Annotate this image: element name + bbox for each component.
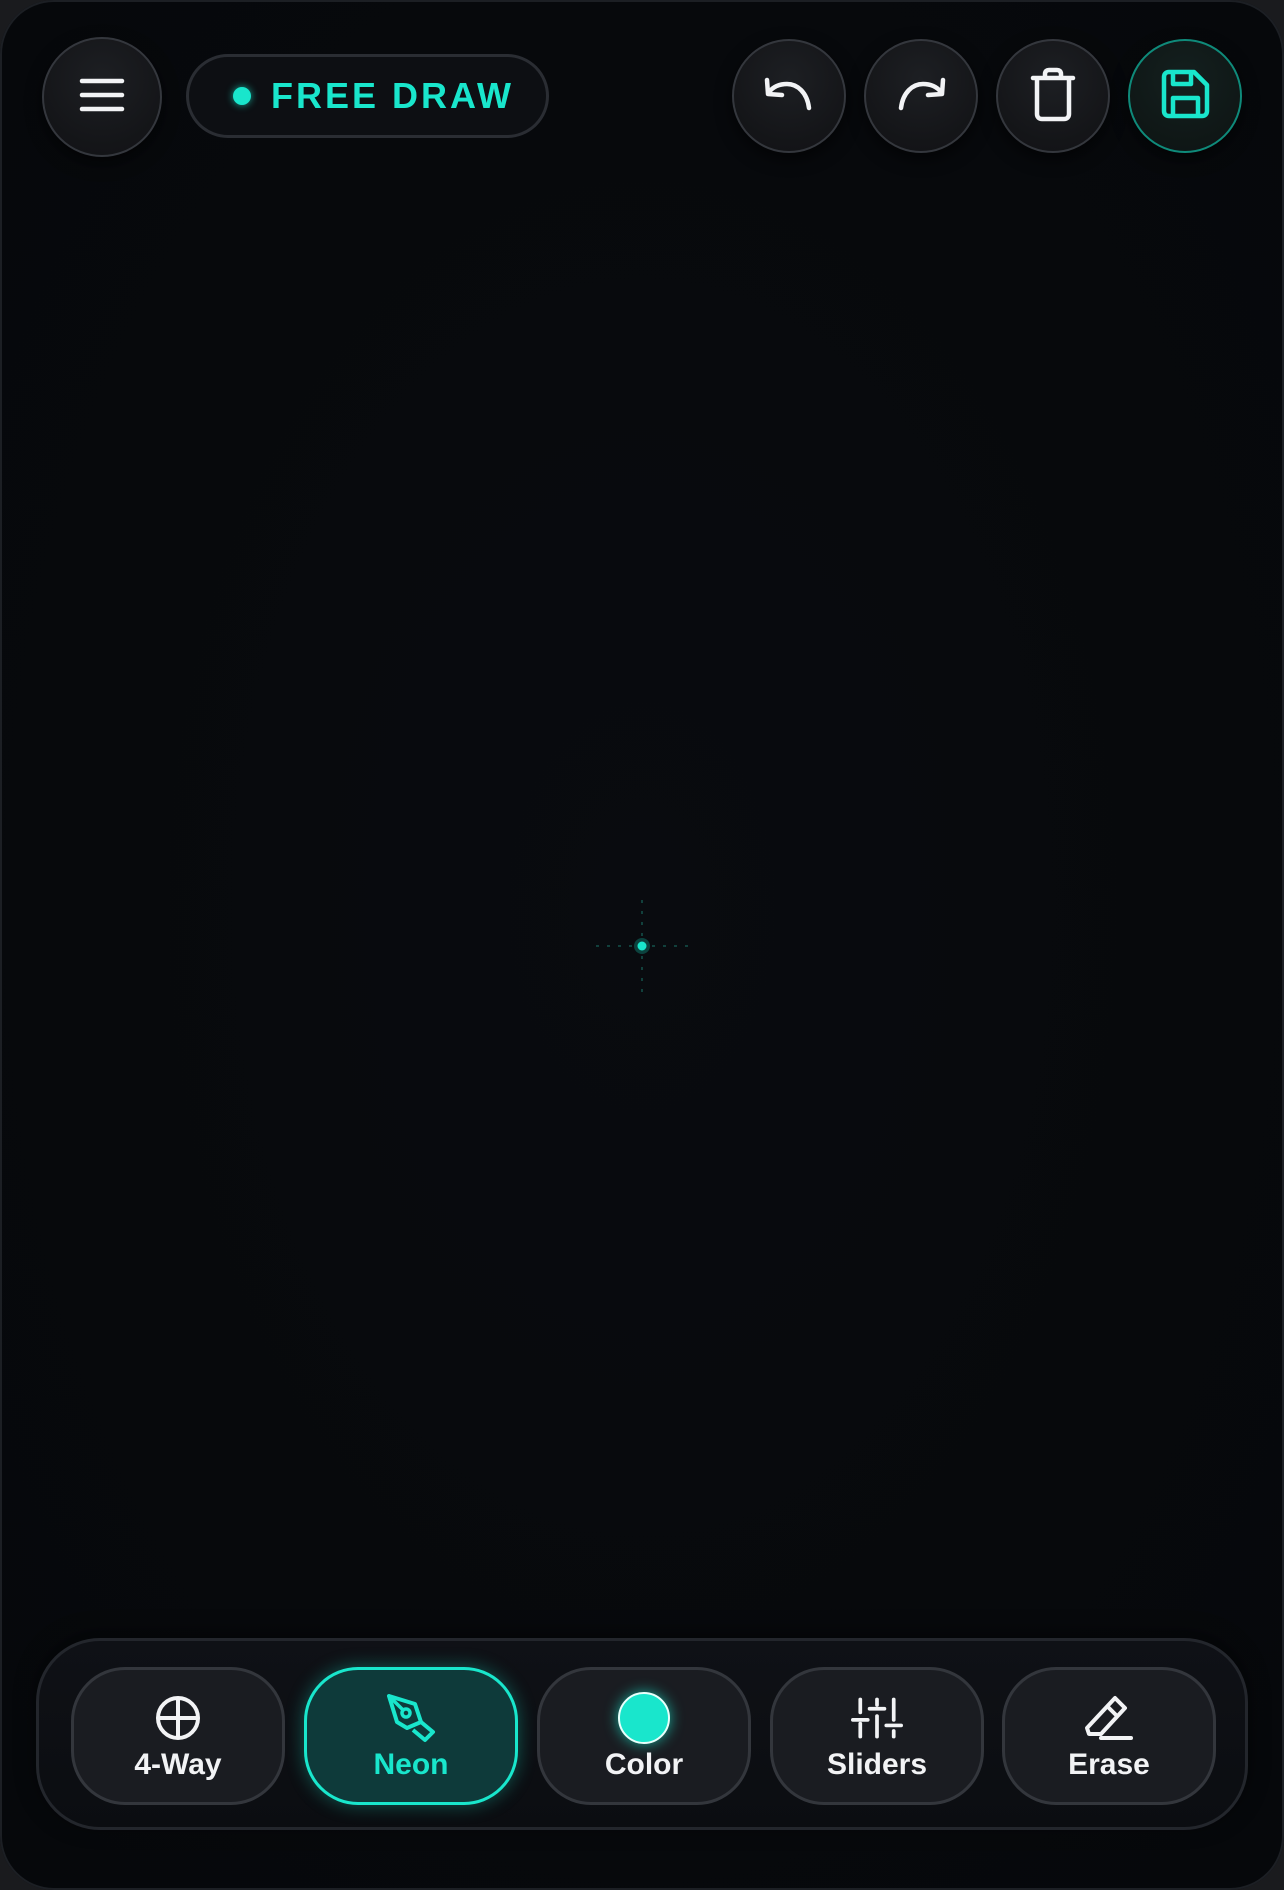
delete-button[interactable] [996, 39, 1110, 153]
tool-label: Color [604, 1748, 684, 1781]
tool-4-way[interactable]: 4-Way [71, 1667, 285, 1805]
tool-erase[interactable]: Erase [1002, 1667, 1216, 1805]
tool-label: Erase [1068, 1748, 1150, 1781]
mode-status-dot [233, 87, 251, 105]
sliders-icon [851, 1692, 903, 1744]
save-button[interactable] [1128, 39, 1242, 153]
tool-label: Neon [373, 1748, 449, 1781]
tool-label: 4-Way [134, 1748, 222, 1781]
hamburger-icon [78, 75, 126, 120]
pen-icon [385, 1692, 437, 1744]
undo-button[interactable] [732, 39, 846, 153]
mode-label: FREE DRAW [271, 75, 514, 116]
crosshair-icon [596, 900, 688, 992]
redo-icon [893, 74, 949, 119]
mode-indicator: FREE DRAW [186, 54, 549, 138]
eraser-icon [1083, 1692, 1135, 1744]
app-screen: FREE DRAW 4-Way Neon Color Sliders Erase [0, 0, 1284, 1890]
save-icon [1158, 67, 1212, 126]
color-swatch [618, 1692, 670, 1744]
bottom-toolbar: 4-Way Neon Color Sliders Erase [36, 1638, 1248, 1830]
tool-sliders[interactable]: Sliders [770, 1667, 984, 1805]
redo-button[interactable] [864, 39, 978, 153]
tool-label: Sliders [826, 1748, 928, 1781]
tool-color[interactable]: Color [537, 1667, 751, 1805]
undo-icon [761, 74, 817, 119]
tool-neon[interactable]: Neon [304, 1667, 518, 1805]
trash-icon [1027, 66, 1079, 127]
four-way-icon [152, 1692, 204, 1744]
color-swatch-wrapper [618, 1692, 670, 1744]
menu-button[interactable] [42, 37, 162, 157]
